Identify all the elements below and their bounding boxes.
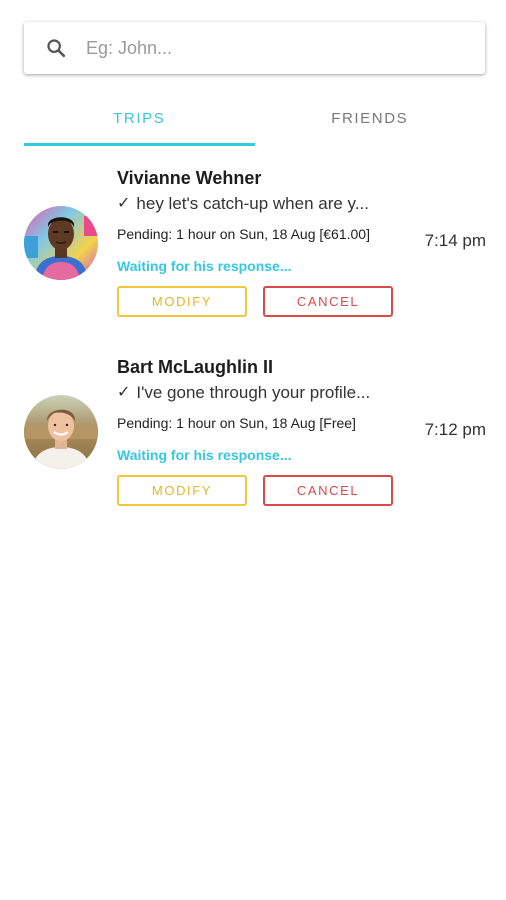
search-input[interactable] (86, 37, 446, 59)
avatar[interactable] (24, 395, 98, 469)
trip-name: Bart McLaughlin II (117, 357, 274, 377)
cancel-button[interactable]: CANCEL (263, 475, 393, 506)
trip-content: Vivianne Wehner ✓ hey let's catch-up whe… (117, 166, 407, 317)
trip-message: ✓ hey let's catch-up when are y... (117, 192, 407, 216)
modify-button[interactable]: MODIFY (117, 286, 247, 317)
tab-friends[interactable]: FRIENDS (255, 90, 486, 146)
trip-name: Vivianne Wehner (117, 168, 262, 188)
trip-content: Bart McLaughlin II ✓ I've gone through y… (117, 355, 407, 506)
search-icon[interactable] (44, 36, 68, 60)
avatar[interactable] (24, 206, 98, 280)
search-bar[interactable] (24, 22, 485, 74)
trip-actions: MODIFY CANCEL (117, 475, 407, 506)
trip-status: Waiting for his response... (117, 447, 292, 463)
tab-trips[interactable]: TRIPS (24, 90, 255, 146)
tab-bar: TRIPS FRIENDS (24, 90, 485, 146)
trip-message: ✓ I've gone through your profile... (117, 381, 407, 405)
trip-pending: Pending: 1 hour on Sun, 18 Aug [Free] (117, 415, 356, 431)
trip-time: 7:12 pm (424, 420, 486, 439)
trip-pending: Pending: 1 hour on Sun, 18 Aug [€61.00] (117, 226, 370, 242)
check-icon: ✓ (117, 195, 131, 212)
trip-card[interactable]: Bart McLaughlin II ✓ I've gone through y… (24, 355, 490, 510)
cancel-button[interactable]: CANCEL (263, 286, 393, 317)
trip-card[interactable]: Vivianne Wehner ✓ hey let's catch-up whe… (24, 166, 490, 321)
trip-actions: MODIFY CANCEL (117, 286, 407, 317)
trip-message-text: hey let's catch-up when are y... (136, 194, 369, 213)
modify-button[interactable]: MODIFY (117, 475, 247, 506)
trip-message-text: I've gone through your profile... (136, 383, 371, 402)
check-icon: ✓ (117, 384, 131, 401)
trip-time: 7:14 pm (424, 231, 486, 250)
app-root: TRIPS FRIENDS (0, 0, 506, 900)
trip-status: Waiting for his response... (117, 258, 292, 274)
